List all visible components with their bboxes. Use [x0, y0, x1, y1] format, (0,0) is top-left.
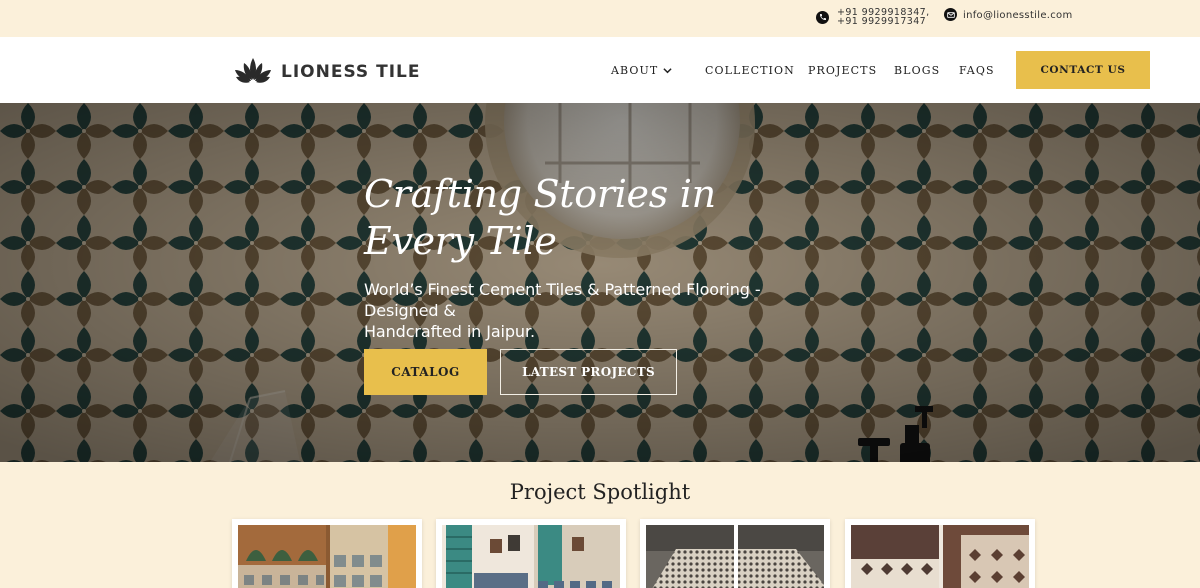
- hero-title-line-1: Crafting Stories in: [364, 172, 716, 216]
- nav-blogs[interactable]: BLOGS: [894, 64, 940, 77]
- envelope-icon: [944, 8, 957, 21]
- project-card[interactable]: [845, 519, 1035, 588]
- brand-name: LIONESS TILE: [281, 62, 421, 82]
- email-contact[interactable]: info@lionesstile.com: [944, 8, 1073, 21]
- logo[interactable]: LIONESS TILE: [232, 54, 420, 90]
- nav-collection[interactable]: COLLECTION: [705, 64, 795, 77]
- phone-icon: [816, 10, 829, 24]
- hero-section: Crafting Stories in Every Tile World’s F…: [0, 103, 1200, 462]
- latest-projects-button[interactable]: LATEST PROJECTS: [500, 349, 677, 395]
- phone-contact[interactable]: +91 9929918347, +91 9929917347: [816, 8, 930, 26]
- nav-projects[interactable]: PROJECTS: [808, 64, 877, 77]
- top-bar: +91 9929918347, +91 9929917347 info@lion…: [0, 0, 1200, 37]
- phone-numbers: +91 9929918347, +91 9929917347: [837, 8, 930, 27]
- nav-about[interactable]: ABOUT: [611, 64, 672, 77]
- project-spotlight-section: Project Spotlight: [0, 462, 1200, 588]
- nav-about-label: ABOUT: [611, 64, 659, 77]
- lotus-icon: [232, 54, 274, 90]
- section-title: Project Spotlight: [509, 480, 691, 504]
- contact-us-button[interactable]: CONTACT US: [1016, 51, 1150, 89]
- hero-subtitle-line-1: World’s Finest Cement Tiles & Patterned …: [364, 280, 761, 320]
- email-link[interactable]: info@lionesstile.com: [963, 10, 1073, 21]
- catalog-button[interactable]: CATALOG: [364, 349, 487, 395]
- phone-number-2[interactable]: +91 9929917347: [837, 17, 930, 27]
- project-image: [851, 525, 1029, 588]
- project-card[interactable]: [640, 519, 830, 588]
- nav-faqs[interactable]: FAQS: [959, 64, 995, 77]
- project-card[interactable]: [232, 519, 422, 588]
- hero-title-line-2: Every Tile: [364, 219, 557, 263]
- project-image: [646, 525, 824, 588]
- hero-subtitle-line-2: Handcrafted in Jaipur.: [364, 322, 535, 341]
- hero-title: Crafting Stories in Every Tile: [364, 171, 824, 265]
- hero-subtitle: World’s Finest Cement Tiles & Patterned …: [364, 279, 834, 342]
- site-header: LIONESS TILE ABOUT COLLECTION PROJECTS B…: [0, 37, 1200, 103]
- project-image: [238, 525, 416, 588]
- chevron-down-icon: [663, 64, 672, 77]
- project-image: [442, 525, 620, 588]
- project-card[interactable]: [436, 519, 626, 588]
